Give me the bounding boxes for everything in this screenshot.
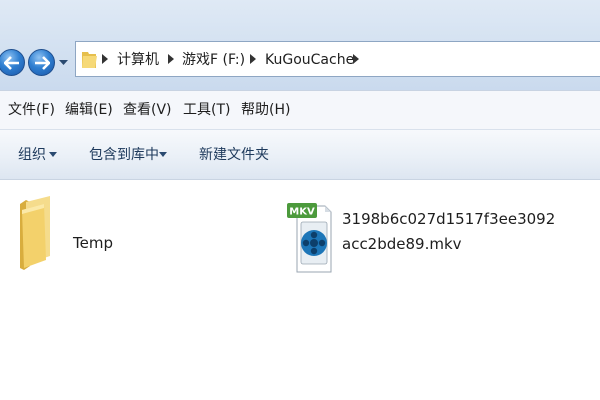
menu-bar: 文件(F) 编辑(E) 查看(V) 工具(T) 帮助(H) xyxy=(0,90,600,130)
file-name: 3198b6c027d1517f3ee3092acc2bde89.mkv xyxy=(342,210,556,253)
chevron-down-icon xyxy=(49,152,57,157)
forward-arrow-icon xyxy=(34,55,50,70)
menu-view[interactable]: 查看(V) xyxy=(123,101,172,119)
organize-button[interactable]: 组织 xyxy=(18,146,46,164)
mkv-video-file-icon: MKV xyxy=(287,203,332,273)
menu-help[interactable]: 帮助(H) xyxy=(241,101,290,119)
file-list: Temp MKV 3198b6c027d1517f3ee3092acc2bde8… xyxy=(0,180,600,400)
back-arrow-icon xyxy=(3,55,19,70)
include-in-library-button[interactable]: 包含到库中 xyxy=(89,146,159,164)
breadcrumb-separator-icon[interactable] xyxy=(102,54,108,64)
breadcrumb-separator-icon[interactable] xyxy=(250,54,256,64)
menu-edit[interactable]: 编辑(E) xyxy=(65,101,113,119)
address-field[interactable]: 计算机 游戏F (F:) KuGouCache xyxy=(75,41,600,77)
breadcrumb-drive-f[interactable]: 游戏F (F:) xyxy=(182,51,245,69)
command-bar: 组织 包含到库中 新建文件夹 xyxy=(0,130,600,180)
new-folder-button[interactable]: 新建文件夹 xyxy=(199,146,269,164)
folder-icon xyxy=(20,196,50,270)
menu-file[interactable]: 文件(F) xyxy=(8,101,55,119)
file-item-mkv[interactable]: MKV 3198b6c027d1517f3ee3092acc2bde89.mkv xyxy=(285,200,585,280)
breadcrumb-computer[interactable]: 计算机 xyxy=(117,51,159,69)
forward-button[interactable] xyxy=(28,49,55,76)
breadcrumb-separator-icon[interactable] xyxy=(353,54,359,64)
breadcrumb-kugoucache[interactable]: KuGouCache xyxy=(265,51,354,69)
back-button[interactable] xyxy=(0,49,25,76)
navigation-bar: 计算机 游戏F (F:) KuGouCache xyxy=(0,0,600,90)
file-name: Temp xyxy=(73,234,113,252)
breadcrumb-separator-icon[interactable] xyxy=(168,54,174,64)
file-item-temp[interactable]: Temp xyxy=(10,192,210,272)
address-folder-icon xyxy=(82,52,97,68)
history-dropdown-icon[interactable] xyxy=(59,58,68,67)
chevron-down-icon xyxy=(159,152,167,157)
mkv-badge-label: MKV xyxy=(289,207,315,218)
menu-tools[interactable]: 工具(T) xyxy=(183,101,230,119)
